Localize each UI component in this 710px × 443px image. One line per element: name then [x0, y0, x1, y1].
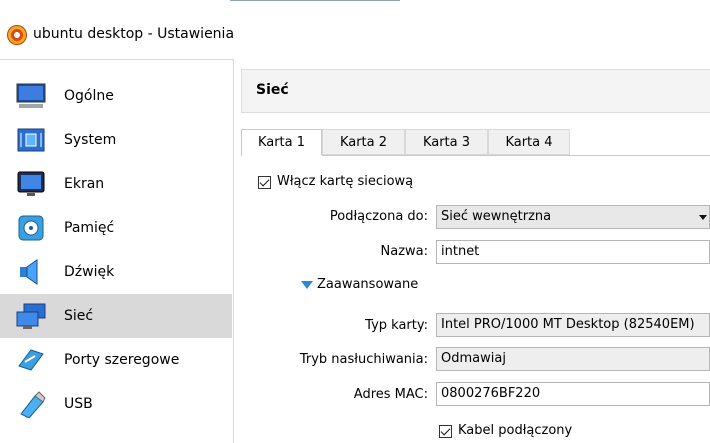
- name-label: Nazwa:: [380, 244, 429, 259]
- promiscuous-mode-select[interactable]: Odmawiaj: [436, 347, 710, 371]
- sidebar-item-serial-ports[interactable]: Porty szeregowe: [0, 338, 232, 382]
- sidebar-item-usb[interactable]: USB: [0, 382, 232, 426]
- promiscuous-mode-value: Odmawiaj: [441, 351, 506, 366]
- sidebar-item-label: USB: [64, 396, 93, 412]
- enable-adapter-label: Włącz kartę sieciową: [277, 174, 414, 189]
- sidebar-item-label: Ekran: [64, 176, 105, 192]
- sidebar-item-label: Sieć: [64, 308, 94, 324]
- mac-address-field[interactable]: 0800276BF220: [436, 382, 710, 406]
- display-icon: [17, 171, 45, 196]
- tab-karta-1[interactable]: Karta 1: [241, 129, 322, 156]
- promiscuous-mode-label: Tryb nasłuchiwania:: [299, 352, 428, 367]
- section-header: Sieć: [241, 69, 710, 113]
- monitor-general-icon: [16, 83, 46, 108]
- speaker-icon: [20, 259, 38, 285]
- serial-port-icon: [18, 349, 44, 371]
- adapter-type-select[interactable]: Intel PRO/1000 MT Desktop (82540EM): [436, 313, 710, 337]
- sidebar-item-label: Dźwięk: [64, 264, 115, 280]
- mac-address-label: Adres MAC:: [353, 387, 428, 402]
- network-icon: [16, 303, 46, 329]
- name-field[interactable]: intnet: [436, 240, 710, 264]
- chip-icon: [17, 128, 45, 152]
- tab-karta-4[interactable]: Karta 4: [488, 129, 570, 155]
- usb-icon: [20, 391, 46, 418]
- cable-connected-checkbox[interactable]: [439, 425, 452, 438]
- chevron-down-icon: [699, 215, 707, 220]
- expand-triangle-icon[interactable]: [301, 281, 313, 289]
- sidebar-item-label: Pamięć: [64, 220, 115, 236]
- window-top-edge: [230, 0, 400, 5]
- enable-adapter-checkbox[interactable]: [258, 176, 271, 189]
- adapter-type-label: Typ karty:: [365, 318, 428, 333]
- sidebar-item-general[interactable]: Ogólne: [0, 74, 232, 118]
- sidebar-item-label: System: [64, 132, 117, 148]
- settings-sidebar: Ogólne System Ekran Pamięć Dźwięk Sieć P…: [0, 59, 234, 443]
- advanced-toggle[interactable]: Zaawansowane: [317, 277, 418, 292]
- name-value: intnet: [441, 244, 480, 259]
- sidebar-item-label: Porty szeregowe: [64, 352, 180, 368]
- sidebar-item-network[interactable]: Sieć: [0, 294, 232, 338]
- attached-to-label: Podłączona do:: [329, 209, 428, 224]
- page-title: Sieć: [256, 82, 289, 98]
- title-bar: ubuntu desktop - Ustawienia: [0, 0, 710, 56]
- sidebar-item-system[interactable]: System: [0, 118, 232, 162]
- disk-icon: [18, 215, 44, 241]
- cable-connected-label: Kabel podłączony: [458, 423, 573, 438]
- window-title: ubuntu desktop - Ustawienia: [33, 26, 235, 42]
- adapter-type-value: Intel PRO/1000 MT Desktop (82540EM): [441, 317, 695, 332]
- tab-karta-2[interactable]: Karta 2: [322, 129, 405, 155]
- ubuntu-logo-icon: [7, 25, 27, 45]
- mac-address-value: 0800276BF220: [441, 386, 541, 401]
- attached-to-select[interactable]: Sieć wewnętrzna: [436, 205, 710, 229]
- sidebar-item-label: Ogólne: [64, 88, 114, 104]
- tab-karta-3[interactable]: Karta 3: [405, 129, 488, 155]
- tab-divider-gap: [242, 155, 322, 156]
- sidebar-item-storage[interactable]: Pamięć: [0, 206, 232, 250]
- sidebar-item-display[interactable]: Ekran: [0, 162, 232, 206]
- sidebar-item-audio[interactable]: Dźwięk: [0, 250, 232, 294]
- attached-to-value: Sieć wewnętrzna: [441, 209, 552, 224]
